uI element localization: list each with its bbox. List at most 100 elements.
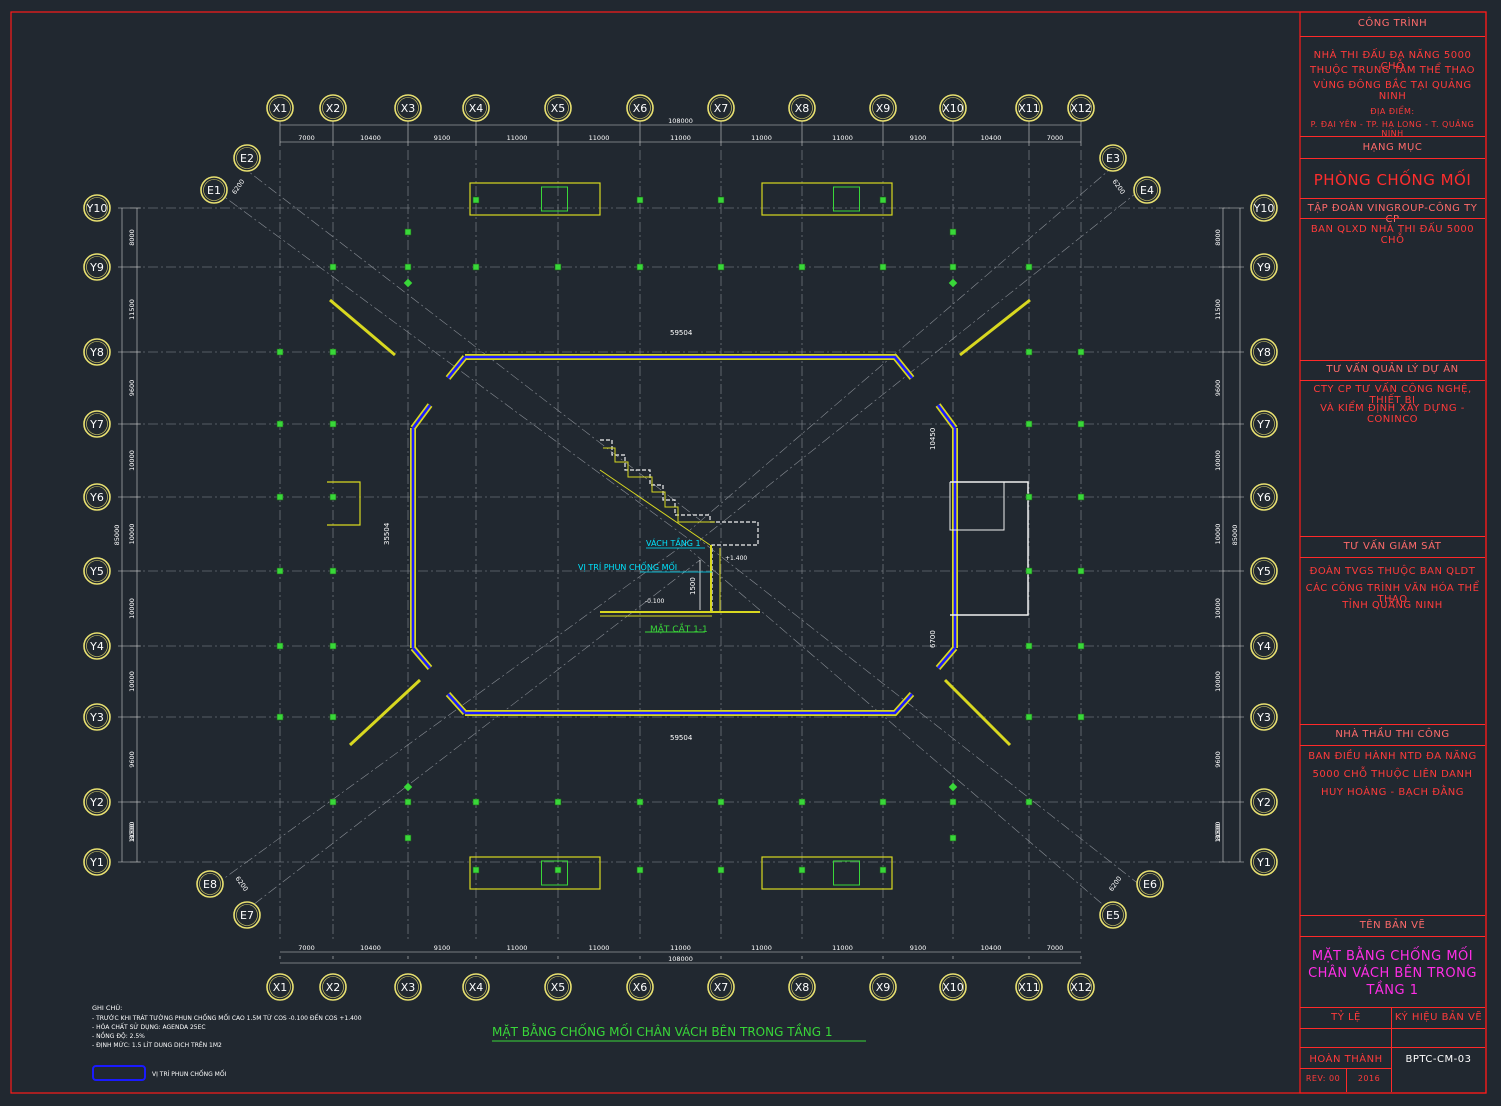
column bbox=[949, 834, 957, 842]
dimension-text-y: 11500 bbox=[1214, 299, 1222, 320]
column bbox=[1077, 420, 1085, 428]
drawing-canvas: 7000 10400 9100 11000 11000 11000 11000 11000 91… bbox=[0, 0, 1501, 1106]
dimension-total-x: 108000 bbox=[668, 955, 693, 963]
column bbox=[636, 263, 644, 271]
inner-dim-right2: 6700 bbox=[929, 630, 937, 648]
grid-bubble-y: Y5 bbox=[1256, 565, 1271, 578]
column bbox=[329, 263, 337, 271]
dimension-text-y: 10000 bbox=[128, 450, 136, 471]
column bbox=[1025, 263, 1033, 271]
column bbox=[329, 567, 337, 575]
contractor-line-2: 5000 CHỖ THUỘC LIÊN DANH bbox=[1312, 769, 1473, 780]
grid-bubble-x: X10 bbox=[942, 981, 964, 994]
project-name-3: VÙNG ĐÔNG BẮC TẠI QUẢNG NINH bbox=[1313, 80, 1472, 102]
scale-label: TỶ LỆ bbox=[1331, 1012, 1361, 1023]
column bbox=[1025, 798, 1033, 806]
dimension-text-y: 8000 bbox=[128, 824, 136, 841]
plan-title: MẶT BẰNG CHỐNG MỐI CHÂN VÁCH BÊN TRONG T… bbox=[492, 1023, 832, 1039]
grid-bubble-x: X5 bbox=[551, 102, 566, 115]
inner-dim-right: 10450 bbox=[929, 428, 937, 450]
notes-heading: GHI CHÚ: bbox=[92, 1003, 122, 1012]
column bbox=[276, 713, 284, 721]
dimension-text-x: 9100 bbox=[434, 134, 451, 142]
grid-bubble-x: X12 bbox=[1070, 102, 1092, 115]
column bbox=[472, 866, 480, 874]
column bbox=[1025, 348, 1033, 356]
grid-bubble-e: E5 bbox=[1106, 909, 1120, 922]
year: 2016 bbox=[1357, 1074, 1381, 1083]
grid-bubble-y: Y3 bbox=[1256, 711, 1271, 724]
legend-label: VỊ TRÍ PHUN CHỐNG MỐI bbox=[152, 1070, 227, 1078]
revision: REV: 00 bbox=[1305, 1074, 1341, 1083]
column bbox=[1077, 348, 1085, 356]
column bbox=[472, 798, 480, 806]
dimension-text-y: 10000 bbox=[128, 598, 136, 619]
project-heading: CÔNG TRÌNH bbox=[1357, 18, 1428, 29]
supervision-line-1: ĐOÀN TVGS THUỘC BAN QLDT bbox=[1309, 566, 1476, 577]
column bbox=[329, 642, 337, 650]
grid-bubble-x: X7 bbox=[714, 981, 729, 994]
dimension-text-x: 7000 bbox=[1047, 134, 1064, 142]
column bbox=[276, 420, 284, 428]
drawing-name-heading: TÊN BẢN VẼ bbox=[1359, 920, 1426, 931]
drawing-name-1: MẶT BẰNG CHỐNG MỐI bbox=[1311, 949, 1474, 964]
column bbox=[798, 798, 806, 806]
dimension-text-y: 10000 bbox=[1214, 598, 1222, 619]
dimension-text-y: 9600 bbox=[128, 380, 136, 397]
column bbox=[554, 263, 562, 271]
owner: TẬP ĐOÀN VINGROUP-CÔNG TY CP bbox=[1307, 203, 1478, 225]
supervision-line-3: TỈNH QUẢNG NINH bbox=[1342, 600, 1443, 611]
column bbox=[1025, 642, 1033, 650]
grid-bubble-x: X8 bbox=[795, 981, 810, 994]
grid-bubble-y: Y3 bbox=[89, 711, 104, 724]
section-level-top: +1.400 bbox=[725, 555, 747, 562]
inner-dim-bottom: 59504 bbox=[670, 734, 693, 742]
column bbox=[472, 196, 480, 204]
grid-bubble-x: X9 bbox=[876, 102, 891, 115]
column bbox=[636, 798, 644, 806]
grid-bubble-x: X2 bbox=[326, 981, 341, 994]
grid-bubble-x: X7 bbox=[714, 102, 729, 115]
column bbox=[276, 567, 284, 575]
item-name: PHÒNG CHỐNG MỐI bbox=[1313, 171, 1472, 189]
column bbox=[717, 866, 725, 874]
column bbox=[1077, 642, 1085, 650]
dimension-text-x: 9100 bbox=[910, 134, 927, 142]
column bbox=[1025, 420, 1033, 428]
grid-bubble-x: X9 bbox=[876, 981, 891, 994]
supervision-heading: TƯ VẤN GIÁM SÁT bbox=[1343, 541, 1442, 552]
grid-bubble-y: Y4 bbox=[89, 640, 104, 653]
column bbox=[404, 263, 412, 271]
grid-bubble-y: Y8 bbox=[89, 346, 104, 359]
inner-dim-left: 35504 bbox=[383, 522, 391, 545]
contractor-line-1: BAN ĐIỀU HÀNH NTD ĐA NĂNG bbox=[1308, 751, 1477, 762]
column bbox=[1025, 493, 1033, 501]
status: HOÀN THÀNH bbox=[1309, 1054, 1383, 1065]
grid-bubble-x: X5 bbox=[551, 981, 566, 994]
dimension-text-y: 10000 bbox=[1214, 450, 1222, 471]
column bbox=[949, 798, 957, 806]
dimension-text-y: 9600 bbox=[1214, 751, 1222, 768]
column bbox=[1025, 713, 1033, 721]
column bbox=[329, 713, 337, 721]
grid-bubble-x: X12 bbox=[1070, 981, 1092, 994]
dimension-text-x: 10400 bbox=[981, 944, 1002, 952]
grid-bubble-y: Y6 bbox=[89, 491, 104, 504]
dimension-text-x: 7000 bbox=[298, 944, 315, 952]
grid-bubble-x: X2 bbox=[326, 102, 341, 115]
column bbox=[554, 798, 562, 806]
code-label: KÝ HIỆU BẢN VẼ bbox=[1394, 1012, 1483, 1023]
pm-heading: TƯ VẤN QUẢN LÝ DỰ ÁN bbox=[1326, 364, 1459, 375]
owner-sub: BAN QLXD NHÀ THI ĐẤU 5000 CHỖ bbox=[1310, 224, 1475, 246]
grid-bubble-y: Y9 bbox=[1256, 261, 1271, 274]
dimension-text-x: 10400 bbox=[360, 134, 381, 142]
grid-bubble-y: Y7 bbox=[89, 418, 104, 431]
column bbox=[717, 196, 725, 204]
location-heading: ĐỊA ĐIỂM: bbox=[1370, 107, 1415, 116]
column bbox=[879, 866, 887, 874]
grid-bubble-x: X4 bbox=[469, 981, 484, 994]
grid-bubble-y: Y1 bbox=[89, 856, 104, 869]
dimension-text-x: 11000 bbox=[670, 944, 691, 952]
pm-line-2: VÀ KIỂM ĐỊNH XÂY DỰNG - CONINCO bbox=[1320, 403, 1465, 425]
column bbox=[472, 263, 480, 271]
